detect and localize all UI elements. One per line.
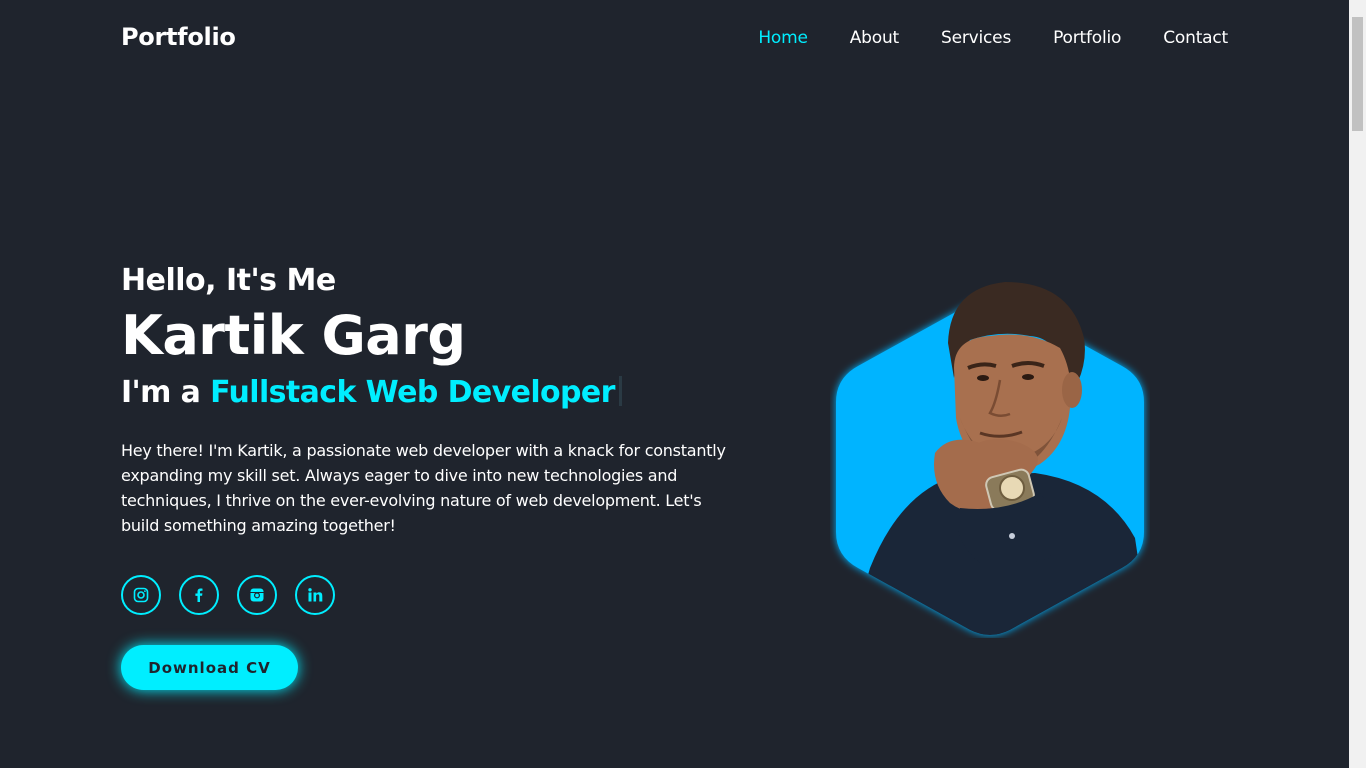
instagram-icon: [250, 588, 264, 602]
linkedin-icon: [308, 588, 323, 602]
hero-name: Kartik Garg: [121, 304, 466, 367]
nav-portfolio[interactable]: Portfolio: [1053, 28, 1121, 48]
nav-home[interactable]: Home: [758, 28, 808, 48]
greeting: Hello, It's Me: [121, 263, 336, 298]
typing-cursor: [618, 376, 622, 406]
nav-contact[interactable]: Contact: [1163, 28, 1228, 48]
social-link-facebook[interactable]: [179, 575, 219, 615]
social-link-instagram-2[interactable]: [237, 575, 277, 615]
social-link-instagram[interactable]: [121, 575, 161, 615]
site-header: Portfolio Home About Services Portfolio …: [0, 0, 1349, 78]
profile-photo: [836, 282, 1144, 636]
nav-services[interactable]: Services: [941, 28, 1011, 48]
role-prefix: I'm a: [121, 375, 211, 410]
download-cv-button[interactable]: Download CV: [121, 645, 298, 690]
nav-about[interactable]: About: [850, 28, 899, 48]
role-highlight: Fullstack Web Developer: [210, 375, 615, 410]
social-link-linkedin[interactable]: [295, 575, 335, 615]
facebook-icon: [195, 588, 203, 602]
intro-paragraph: Hey there! I'm Kartik, a passionate web …: [121, 441, 726, 535]
instagram-icon: [133, 587, 149, 603]
scrollbar-thumb[interactable]: [1352, 17, 1363, 131]
logo[interactable]: Portfolio: [121, 23, 236, 51]
page-scrollbar[interactable]: [1349, 0, 1366, 768]
home-content: Hello, It's Me Kartik Garg I'm a Fullsta…: [121, 262, 741, 538]
role-heading: I'm a Fullstack Web Developer: [121, 374, 741, 412]
page: Portfolio Home About Services Portfolio …: [0, 0, 1366, 768]
profile-image: [830, 268, 1150, 638]
main-nav: Home About Services Portfolio Contact: [716, 28, 1228, 48]
social-links: [121, 575, 353, 615]
